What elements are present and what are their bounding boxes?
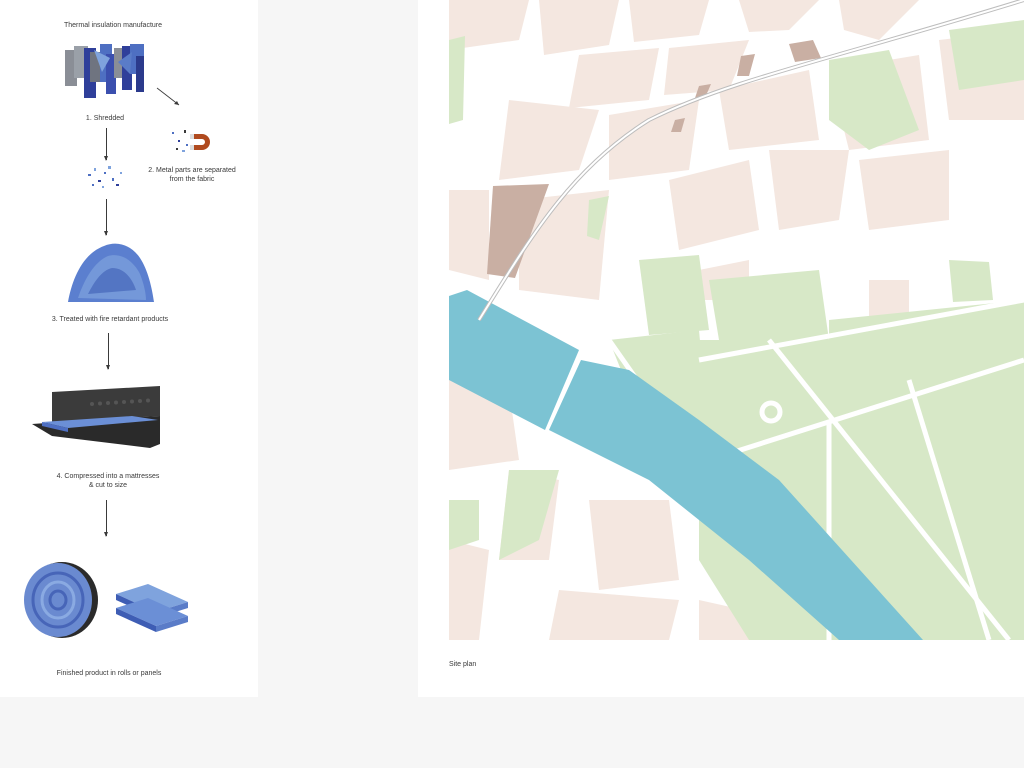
compression-machine-illustration — [32, 386, 160, 448]
step-4-label-line2: & cut to size — [88, 482, 128, 489]
process-diagram-panel: Thermal insulation manufacture 1. Shredd… — [0, 0, 258, 697]
magnet-illustration — [172, 130, 210, 152]
shredded-fragments — [88, 166, 122, 188]
site-plan-caption: Site plan — [449, 661, 477, 668]
step-2-label-line2: from the fabric — [169, 176, 215, 183]
step-2-label-line1: 2. Metal parts are separated — [148, 167, 236, 174]
jeans-illustration — [65, 44, 144, 98]
diagram-title: Thermal insulation manufacture — [63, 22, 163, 29]
step-1-label: 1. Shredded — [85, 115, 125, 122]
step-3-label: 3. Treated with fire retardant products — [51, 316, 169, 323]
insulation-panels-illustration — [116, 584, 188, 632]
branch-arrow — [156, 87, 180, 106]
arrow-1 — [104, 128, 108, 161]
arrow-4 — [104, 500, 108, 537]
fibre-heap-illustration — [68, 243, 154, 302]
finished-product-label: Finished product in rolls or panels — [56, 670, 162, 677]
site-plan-panel: Site plan — [418, 0, 1024, 697]
site-plan-map — [449, 0, 1024, 642]
step-4-label-line1: 4. Compressed into a mattresses — [56, 473, 160, 480]
insulation-roll-illustration — [24, 562, 98, 638]
arrow-2 — [104, 199, 108, 236]
arrow-3 — [106, 333, 110, 370]
